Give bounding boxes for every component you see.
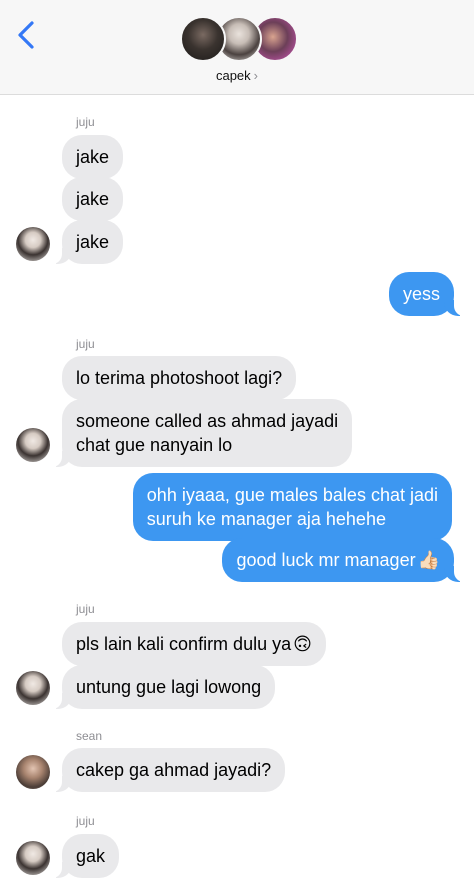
incoming-message[interactable]: jake (62, 177, 124, 221)
sender-avatar (16, 428, 50, 462)
message-line: someone called as ahmad jayadi (76, 411, 339, 431)
incoming-message[interactable]: someone called as ahmad jayadi chat gue … (49, 399, 353, 467)
conversation-header: capek › (0, 0, 474, 95)
group-name: capek (215, 68, 251, 83)
thumbs-up-emoji-icon: 👍🏻 (417, 550, 440, 570)
sender-name: juju (76, 115, 95, 129)
sender-name: juju (76, 602, 95, 616)
incoming-message[interactable]: gak (49, 834, 120, 878)
incoming-message[interactable]: jake (62, 135, 124, 179)
message-line: chat gue nanyain lo (76, 435, 233, 455)
sender-avatar (16, 227, 50, 261)
message-text: pls lain kali confirm dulu ya (76, 634, 292, 654)
outgoing-message[interactable]: good luck mr manager 👍🏻 (222, 538, 466, 582)
message-line: suruh ke manager aja hehehe (146, 509, 386, 529)
outgoing-message[interactable]: yess (388, 272, 467, 316)
message-text: good luck mr manager (236, 550, 416, 570)
incoming-message[interactable]: untung gue lagi lowong (49, 665, 276, 709)
sender-avatar (16, 841, 50, 875)
incoming-message[interactable]: pls lain kali confirm dulu ya 🙃 (62, 622, 326, 666)
incoming-message[interactable]: jake (49, 220, 124, 264)
outgoing-message[interactable]: ohh iyaaa, gue males bales chat jadi sur… (132, 473, 452, 541)
group-name-button[interactable]: capek › (0, 68, 474, 83)
incoming-message[interactable]: lo terima photoshoot lagi? (62, 356, 297, 400)
chevron-right-icon: › (253, 68, 259, 83)
sender-avatar (16, 755, 50, 789)
sender-name: juju (76, 337, 95, 351)
incoming-message[interactable]: cakep ga ahmad jayadi? (49, 748, 286, 792)
back-chevron-icon[interactable] (14, 20, 40, 50)
sender-name: juju (76, 814, 95, 828)
group-member-avatar (180, 16, 226, 62)
upside-down-face-emoji-icon: 🙃 (293, 634, 312, 654)
group-avatar-stack[interactable] (180, 16, 298, 64)
sender-avatar (16, 671, 50, 705)
sender-name: sean (76, 729, 103, 743)
message-line: ohh iyaaa, gue males bales chat jadi (146, 485, 438, 505)
